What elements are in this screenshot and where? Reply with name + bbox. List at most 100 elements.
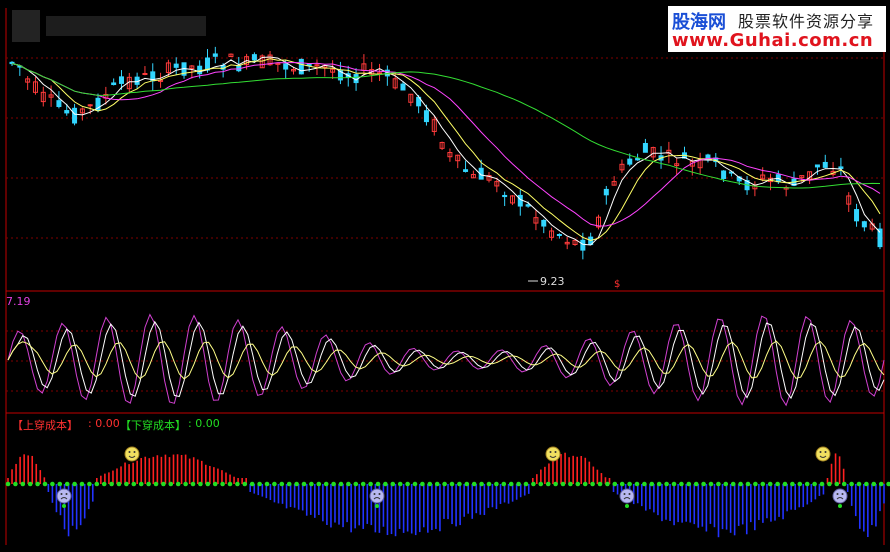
zero-line-dot-2	[20, 481, 26, 487]
zero-line-dot-22	[168, 481, 174, 487]
zero-line-dot-115	[856, 481, 862, 487]
zero-line-dot-17	[131, 481, 137, 487]
smiley-eye-left-0	[128, 451, 131, 453]
smiley-eye-right-1	[554, 451, 557, 453]
zero-line-dot-26	[198, 481, 203, 487]
zero-line-dot-19	[146, 481, 151, 487]
candle-body-73	[580, 239, 586, 251]
ma-line-mid	[11, 58, 881, 242]
zero-line-dot-86	[642, 481, 647, 487]
sad-eye-left-0	[60, 493, 63, 495]
down-cost-value: : 0.00	[188, 417, 220, 430]
smiley-icon-0	[124, 446, 140, 462]
zero-line-dot-34	[257, 481, 262, 487]
candle-body-53	[423, 110, 429, 123]
zero-line-dot-9	[72, 481, 77, 487]
zero-line-dot-50	[375, 481, 381, 487]
zero-line-dot-12	[94, 481, 100, 487]
zero-line-dot-82	[612, 481, 618, 487]
zero-line-dot-95	[708, 481, 714, 487]
zero-line-dot-117	[871, 481, 877, 487]
zero-line-dot-79	[590, 481, 595, 487]
candle-body-13	[111, 82, 117, 86]
zero-line-dot-103	[767, 481, 773, 487]
zero-line-dot-108	[804, 481, 810, 487]
price-low-label: 9.23	[540, 275, 565, 288]
zero-line-dot-97	[723, 481, 729, 487]
candle-body-8	[72, 107, 78, 124]
zero-line-dot-78	[582, 481, 588, 487]
smiley-icon-1	[545, 446, 561, 462]
zero-line-dot-77	[575, 481, 581, 487]
zero-line-dot-35	[264, 481, 270, 487]
zero-line-dot-40	[301, 481, 307, 487]
zero-line-dot-68	[508, 481, 514, 487]
zero-line-dot-106	[790, 481, 795, 487]
zero-line-dot-65	[486, 481, 492, 487]
zero-line-dot-43	[323, 481, 329, 487]
candle-body-14	[118, 76, 124, 84]
zero-line-dot-27	[205, 481, 211, 487]
zero-line-dot-37	[279, 481, 285, 487]
zero-line-dot-54	[405, 481, 410, 487]
zero-line-dot-116	[864, 481, 869, 487]
zero-line-dot-80	[597, 481, 603, 487]
candle-body-80	[635, 158, 641, 161]
smiley-eye-right-2	[824, 451, 827, 453]
candle-body-26	[212, 53, 218, 57]
zero-line-dot-8	[64, 481, 70, 487]
zero-line-dot-102	[760, 481, 766, 487]
stock-chart: 股海网 股票软件资源分享 www.Guhai.com.cn 9.23 $ 7.1…	[0, 0, 890, 548]
zero-line-dot-93	[693, 481, 699, 487]
ma-line-trend	[11, 63, 881, 189]
zero-line-dot-38	[286, 481, 292, 487]
zero-line-dot-36	[272, 481, 277, 487]
sad-eye-left-3	[836, 493, 839, 495]
zero-line-dot-44	[331, 481, 336, 487]
candle-body-109	[861, 221, 867, 228]
zero-line-dot-6	[50, 481, 55, 487]
zero-line-dot-62	[464, 481, 470, 487]
zero-line-dot-112	[834, 481, 840, 487]
zero-line-dot-111	[827, 481, 832, 487]
sad-face-icon-2	[619, 488, 635, 504]
sad-marker-dot-0	[62, 504, 66, 508]
zero-line-dot-98	[730, 481, 736, 487]
sad-eye-left-2	[623, 493, 626, 495]
zero-line-dot-71	[531, 481, 536, 487]
zero-line-dot-104	[775, 481, 780, 487]
zero-line-dot-76	[568, 481, 573, 487]
zero-line-dot-83	[619, 481, 625, 487]
zero-line-dot-72	[538, 481, 544, 487]
zero-line-dot-41	[309, 481, 314, 487]
sad-face-icon-0	[56, 488, 72, 504]
down-cost-label: 【下穿成本】	[120, 419, 186, 432]
sad-face-icon-3	[832, 488, 848, 504]
zero-line-dot-61	[457, 481, 462, 487]
candle-body-0	[9, 61, 15, 65]
candle-body-7	[64, 110, 70, 114]
zero-line-dot-49	[368, 481, 373, 487]
zero-line-dot-119	[886, 481, 890, 487]
zero-line-dot-20	[153, 481, 159, 487]
zero-line-dot-87	[649, 481, 655, 487]
candle-body-106	[838, 166, 844, 169]
zero-line-dot-3	[27, 481, 33, 487]
sad-eye-right-3	[841, 493, 844, 495]
zero-line-dot-7	[57, 481, 63, 487]
zero-line-dot-39	[294, 481, 299, 487]
zero-line-dot-89	[664, 481, 669, 487]
zero-line-dot-18	[138, 481, 144, 487]
candle-body-108	[854, 209, 860, 222]
zero-line-dot-67	[501, 481, 507, 487]
zero-line-dot-81	[605, 481, 610, 487]
candle-body-70	[556, 234, 562, 237]
zero-line-dot-91	[679, 481, 684, 487]
faded-logo-watermark	[10, 6, 210, 46]
candle-body-17	[142, 73, 148, 76]
zero-line-dot-14	[109, 481, 114, 487]
sad-eye-right-1	[378, 493, 381, 495]
zero-line-dot-4	[35, 481, 40, 487]
zero-line-dot-46	[346, 481, 351, 487]
zero-line-dot-110	[819, 481, 825, 487]
